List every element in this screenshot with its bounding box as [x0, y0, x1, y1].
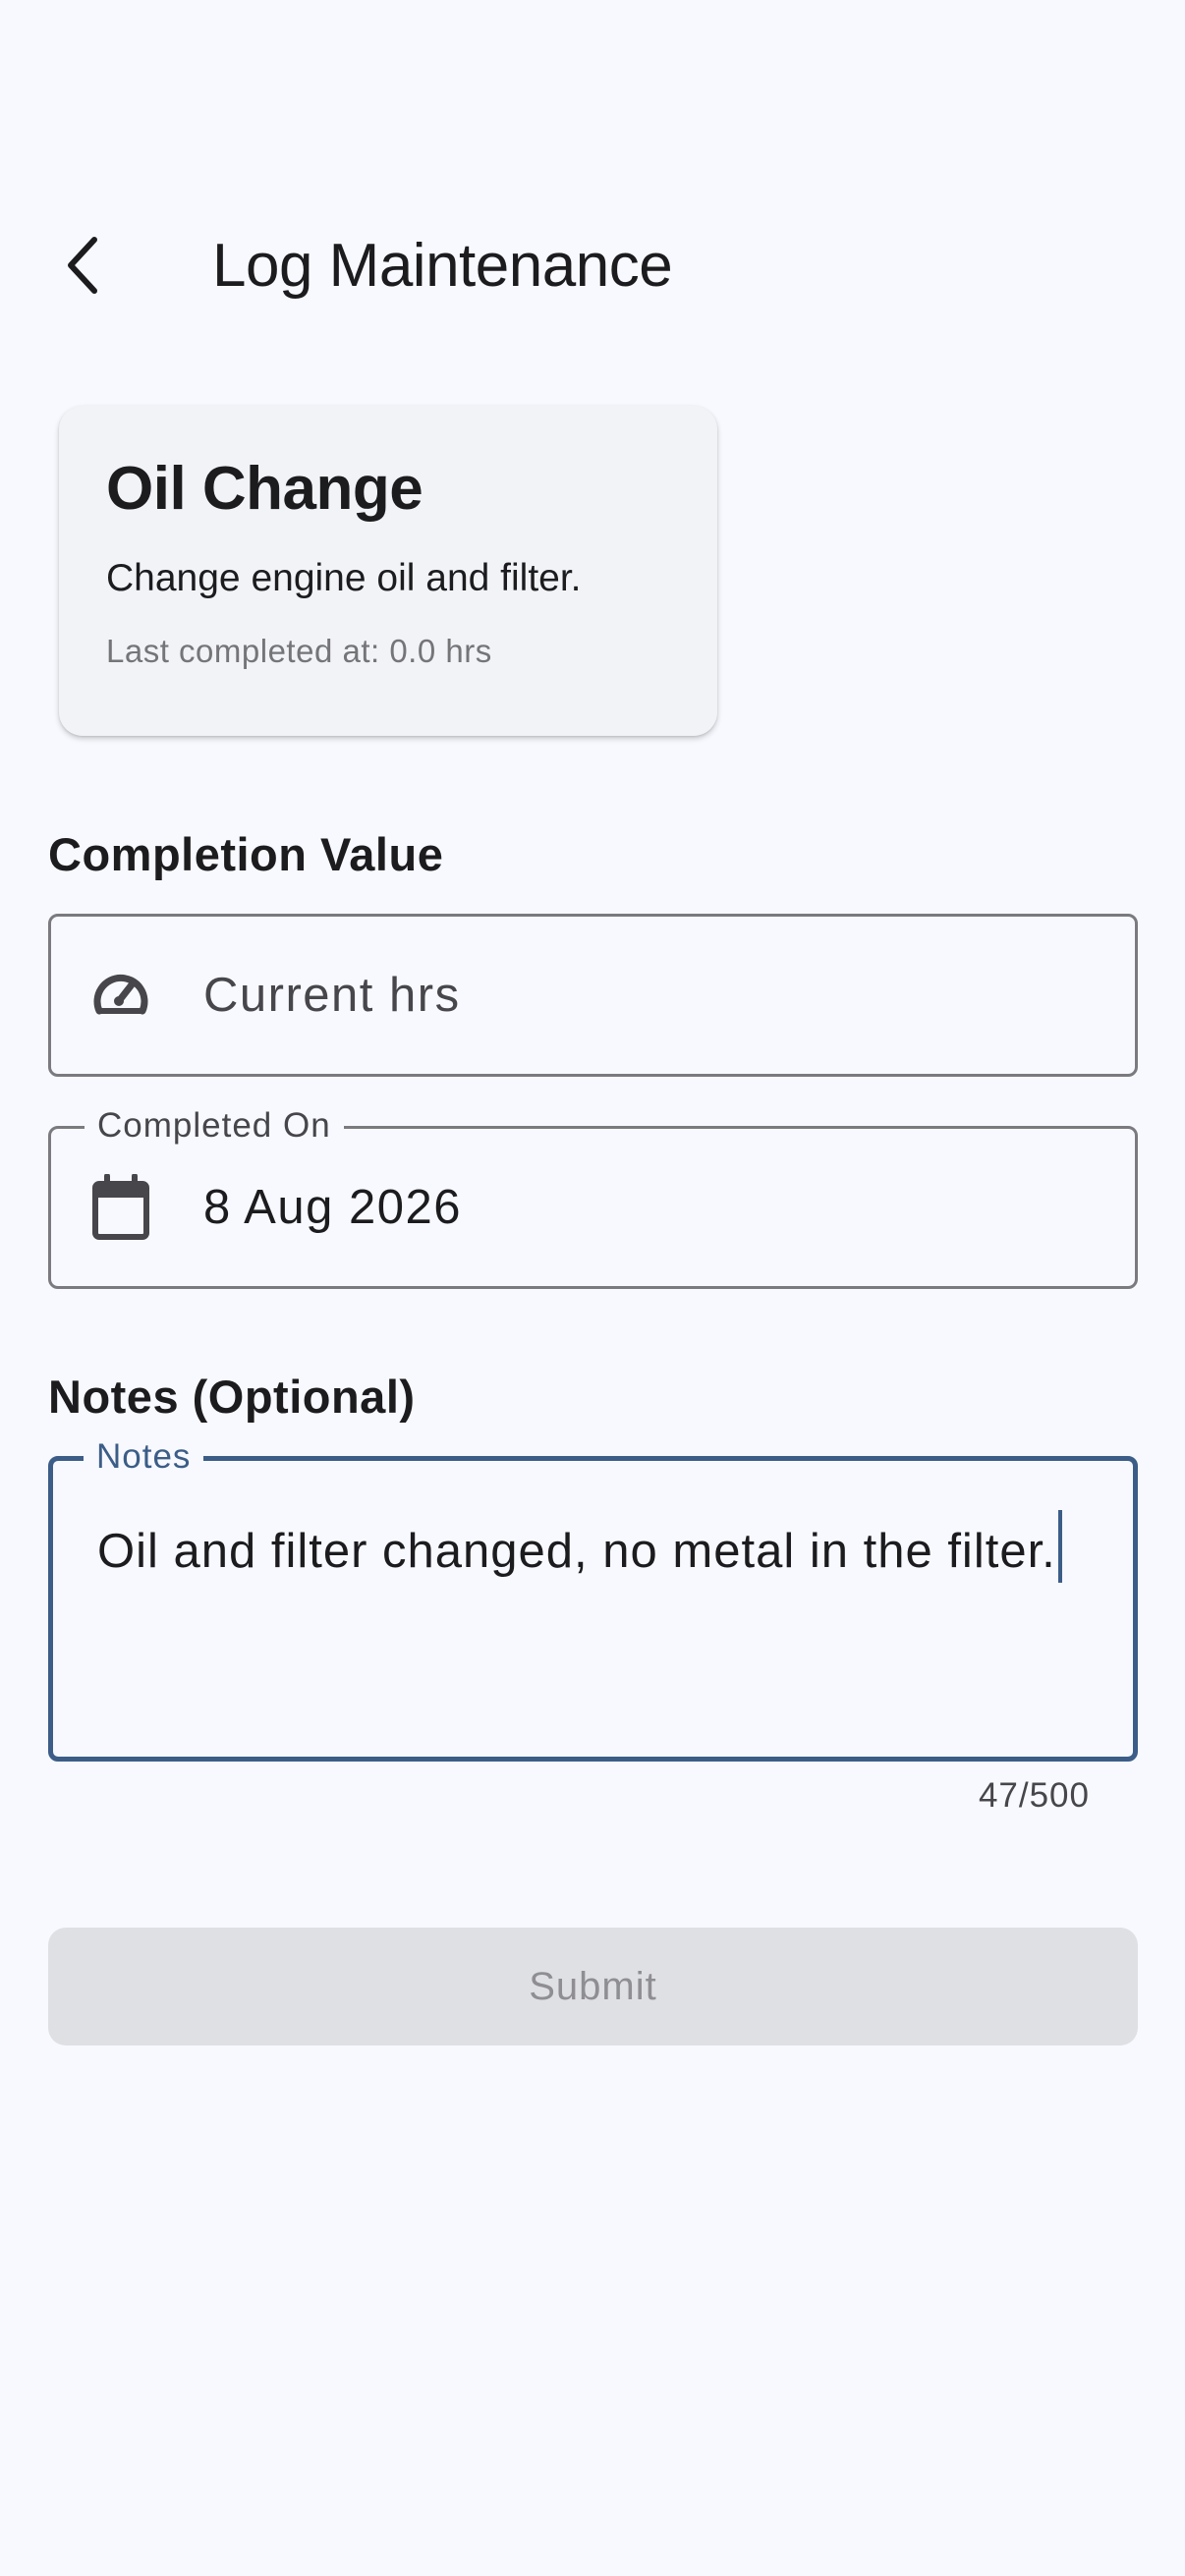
notes-value: Oil and filter changed, no metal in the …: [97, 1525, 1056, 1578]
character-counter: 47/500: [978, 1776, 1090, 1815]
notes-heading: Notes (Optional): [48, 1371, 416, 1423]
task-card: Oil Change Change engine oil and filter.…: [59, 406, 717, 736]
last-completed-text: Last completed at: 0.0 hrs: [106, 633, 492, 669]
notes-textarea[interactable]: Notes Oil and filter changed, no metal i…: [48, 1434, 1138, 1762]
task-description: Change engine oil and filter.: [106, 557, 582, 599]
text-caret: [1057, 1510, 1062, 1583]
completion-value-heading: Completion Value: [48, 828, 444, 880]
current-hrs-placeholder: Current hrs: [203, 969, 461, 1022]
completed-on-label: Completed On: [85, 1103, 344, 1148]
submit-button[interactable]: Submit: [48, 1928, 1138, 2045]
back-button[interactable]: [43, 216, 122, 314]
calendar-icon: [86, 1173, 155, 1242]
page-title: Log Maintenance: [212, 232, 673, 300]
app-bar: Log Maintenance: [0, 196, 1185, 334]
completed-on-value: 8 Aug 2026: [203, 1181, 462, 1234]
speedometer-icon: [86, 961, 155, 1030]
completed-on-field[interactable]: Completed On 8 Aug 2026: [48, 1103, 1138, 1289]
chevron-left-icon: [68, 237, 97, 294]
notes-text-container: Oil and filter changed, no metal in the …: [97, 1510, 1080, 1586]
task-title: Oil Change: [106, 455, 423, 523]
current-hrs-field[interactable]: Current hrs: [48, 914, 1138, 1077]
notes-label: Notes: [84, 1434, 204, 1480]
